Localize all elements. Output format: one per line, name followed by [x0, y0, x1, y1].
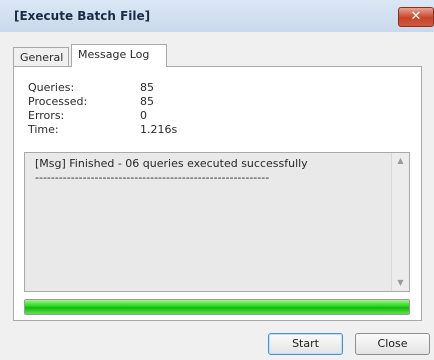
message-log-panel: Queries: 85 Processed: 85 Errors: 0 Time… — [13, 66, 422, 321]
stat-value: 85 — [140, 95, 154, 108]
log-separator-line: ----------------------------------------… — [35, 171, 270, 184]
stat-label: Errors: — [28, 109, 65, 122]
close-button[interactable]: Close — [355, 333, 430, 355]
stat-row-time: Time: 1.216s — [28, 123, 228, 137]
tab-general[interactable]: General — [13, 47, 69, 66]
stat-label: Processed: — [28, 95, 88, 108]
close-window-button[interactable]: ✕ — [398, 7, 434, 27]
stats-block: Queries: 85 Processed: 85 Errors: 0 Time… — [28, 81, 228, 137]
start-button[interactable]: Start — [268, 333, 343, 355]
progress-bar-fill — [25, 300, 409, 314]
stat-row-queries: Queries: 85 — [28, 81, 228, 95]
tab-strip: General Message Log — [13, 44, 423, 67]
stat-label: Queries: — [28, 81, 75, 94]
close-icon: ✕ — [410, 9, 422, 24]
tab-message-log[interactable]: Message Log — [71, 44, 167, 67]
title-bar[interactable]: [Execute Batch File] ✕ — [0, 0, 434, 32]
stat-value: 85 — [140, 81, 154, 94]
window-title: [Execute Batch File] — [14, 9, 151, 23]
log-line: [Msg] Finished - 06 queries executed suc… — [35, 157, 308, 170]
message-log-textarea[interactable]: [Msg] Finished - 06 queries executed suc… — [24, 152, 410, 292]
progress-bar — [24, 299, 410, 315]
log-scrollbar[interactable]: ▲ ▼ — [391, 153, 409, 291]
execute-batch-file-dialog: [Execute Batch File] ✕ General Message L… — [0, 0, 434, 360]
scroll-up-arrow-icon[interactable]: ▲ — [392, 153, 409, 169]
log-content: [Msg] Finished - 06 queries executed suc… — [35, 157, 375, 185]
scroll-down-arrow-icon[interactable]: ▼ — [392, 275, 409, 291]
stat-row-processed: Processed: 85 — [28, 95, 228, 109]
stat-value: 0 — [140, 109, 147, 122]
stat-row-errors: Errors: 0 — [28, 109, 228, 123]
stat-label: Time: — [28, 123, 59, 136]
stat-value: 1.216s — [140, 123, 178, 136]
